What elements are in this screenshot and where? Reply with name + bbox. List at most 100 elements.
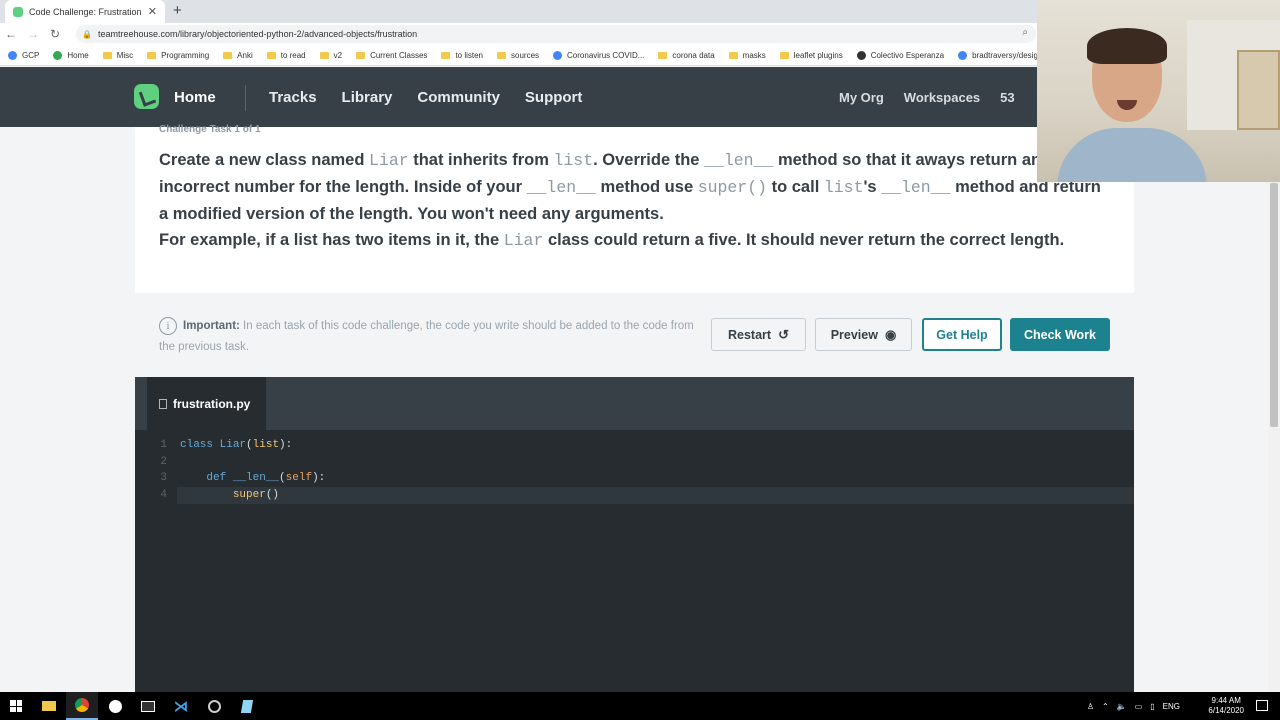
bookmark-label: to read — [280, 50, 306, 60]
bookmark-label: sources — [511, 50, 540, 60]
code-line[interactable]: 3 def __len__(self): — [135, 470, 1134, 487]
bookmark-item[interactable]: to read — [266, 50, 306, 60]
site-favicon-icon — [958, 50, 968, 60]
nav-community[interactable]: Community — [417, 89, 500, 106]
bookmark-item[interactable]: Programming — [147, 51, 209, 60]
windows-start-icon[interactable] — [0, 692, 32, 720]
nav-home[interactable]: Home — [174, 67, 216, 127]
tray-expand-icon[interactable]: ⌃ — [1102, 702, 1109, 711]
language-indicator[interactable]: ENG — [1163, 702, 1180, 711]
folder-icon — [658, 51, 668, 59]
webcam-person-body — [1057, 128, 1207, 182]
bookmark-label: GCP — [22, 50, 40, 60]
volume-icon[interactable]: 🔈 — [1117, 702, 1127, 711]
editor-tab-bar: frustration.py — [135, 377, 1134, 430]
folder-icon — [223, 51, 233, 59]
nav-workspaces[interactable]: Workspaces — [904, 90, 980, 105]
file-tab-name: frustration.py — [173, 396, 251, 411]
notifications-icon[interactable] — [1256, 700, 1268, 711]
folder-icon — [779, 51, 789, 59]
clock-date: 6/14/2020 — [1208, 706, 1244, 715]
check-work-button[interactable]: Check Work — [1010, 318, 1110, 351]
bookmark-item[interactable]: bradtraversy/desig... — [958, 50, 1045, 60]
webcam-overlay — [1037, 0, 1280, 182]
code-area[interactable]: 1 class Liar(list): 2 3 def __len__(self… — [135, 437, 1134, 504]
new-tab-icon[interactable]: + — [173, 2, 182, 19]
code-editor[interactable]: frustration.py 1 class Liar(list): 2 3 d… — [135, 377, 1134, 692]
zoom-icon[interactable]: ⌕ — [1022, 27, 1028, 38]
bookmark-item[interactable]: Misc — [102, 50, 134, 60]
treehouse-logo-icon[interactable] — [134, 84, 159, 109]
folder-icon — [319, 51, 329, 59]
forward-icon[interactable]: → — [22, 27, 44, 41]
bookmark-item[interactable]: to listen — [441, 51, 483, 60]
nav-library[interactable]: Library — [342, 89, 393, 106]
bookmark-label: Misc — [116, 50, 134, 60]
reload-icon[interactable]: ↻ — [44, 27, 66, 41]
webcam-corkboard — [1237, 50, 1280, 130]
scrollbar-thumb[interactable] — [1270, 183, 1278, 427]
slack-icon[interactable] — [99, 692, 131, 720]
bookmark-item[interactable]: Home — [53, 50, 89, 60]
folder-icon — [356, 51, 366, 59]
battery-icon[interactable]: ▯ — [1150, 702, 1154, 711]
bookmark-item[interactable]: Colectivo Esperanza — [856, 50, 944, 60]
code-line-text: def __len__(self): — [206, 472, 326, 485]
desc-code: Liar — [503, 231, 544, 250]
challenge-description: Create a new class named Liar that inher… — [159, 147, 1109, 254]
close-tab-icon[interactable]: ✕ — [148, 5, 157, 18]
bookmark-item[interactable]: Current Classes — [356, 51, 427, 60]
page-scrollbar[interactable] — [1268, 127, 1280, 693]
file-icon — [159, 398, 167, 409]
site-favicon-icon — [8, 50, 17, 60]
restart-label: Restart — [728, 327, 772, 342]
desc-text: 's — [863, 178, 882, 196]
bookmark-item[interactable]: leaflet plugins — [779, 51, 843, 60]
nav-support[interactable]: Support — [525, 89, 583, 106]
back-icon[interactable]: ← — [0, 27, 22, 41]
chrome-icon[interactable] — [66, 692, 98, 720]
folder-icon — [497, 51, 507, 59]
get-help-button[interactable]: Get Help — [922, 318, 1002, 351]
url-field[interactable]: 🔒 teamtreehouse.com/library/objectorient… — [76, 25, 1036, 43]
people-icon[interactable]: ♙ — [1087, 702, 1094, 711]
code-line-text: super() — [232, 489, 280, 502]
terminal-icon[interactable] — [132, 692, 164, 720]
bookmark-item[interactable]: v2 — [319, 50, 343, 60]
code-line[interactable]: 2 — [135, 454, 1134, 471]
nav-tracks[interactable]: Tracks — [269, 89, 317, 106]
lock-icon: 🔒 — [82, 29, 92, 39]
folder-icon — [441, 51, 451, 59]
bookmark-item[interactable]: Anki — [223, 51, 253, 60]
bookmark-item[interactable]: Coronavirus COVID... — [553, 50, 644, 60]
bookmark-label: v2 — [333, 50, 343, 60]
file-explorer-icon[interactable] — [33, 692, 65, 720]
url-text: teamtreehouse.com/library/objectoriented… — [97, 29, 418, 39]
file-tab[interactable]: frustration.py — [147, 377, 266, 430]
bookmark-item[interactable]: GCP — [8, 50, 40, 60]
bookmark-item[interactable]: corona data — [658, 51, 715, 60]
site-favicon-icon — [553, 50, 563, 60]
nav-my-org[interactable]: My Org — [839, 90, 884, 105]
restart-button[interactable]: Restart ↺ — [711, 318, 806, 351]
important-note: Important: In each task of this code cha… — [159, 316, 707, 358]
bookmark-item[interactable]: sources — [497, 51, 539, 60]
code-line[interactable]: 1 class Liar(list): — [135, 437, 1134, 454]
line-number: 1 — [160, 439, 167, 451]
desc-text: method use — [595, 178, 698, 196]
network-icon[interactable]: ▭ — [1135, 702, 1143, 711]
task-label: Challenge Task 1 of 1 — [159, 124, 261, 135]
code-line-active[interactable]: 4 super() — [160, 487, 1134, 504]
line-number: 4 — [160, 489, 167, 502]
folder-icon — [266, 51, 276, 59]
bookmark-item[interactable]: masks — [728, 51, 766, 60]
preview-button[interactable]: Preview ◉ — [815, 318, 912, 351]
bookmark-label: bradtraversy/desig... — [972, 50, 1045, 60]
desc-text: that inherits from — [408, 151, 554, 169]
vscode-icon[interactable]: ⋊ — [165, 692, 197, 720]
browser-tab[interactable]: Code Challenge: Frustration ✕ — [5, 0, 165, 23]
notes-app-icon[interactable] — [231, 692, 263, 720]
obs-icon[interactable] — [198, 692, 230, 720]
clock-time: 9:44 AM — [1211, 696, 1241, 705]
clock[interactable]: 9:44 AM 6/14/2020 — [1208, 696, 1244, 716]
